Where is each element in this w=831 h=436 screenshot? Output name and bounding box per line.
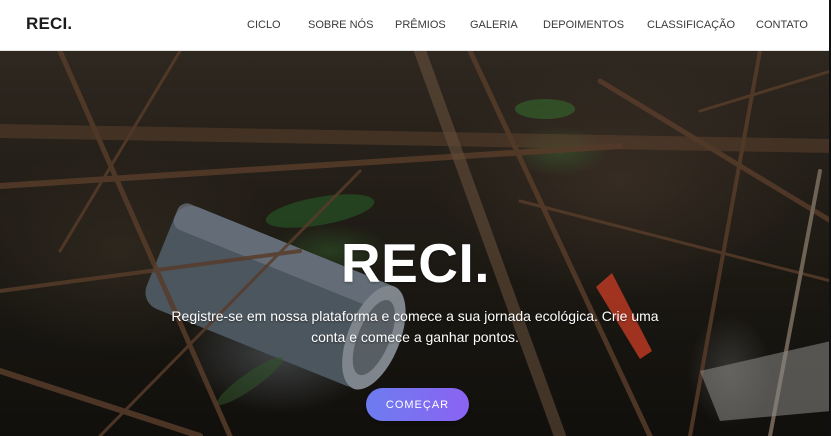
hero-description: Registre-se em nossa plataforma e comece… [171, 308, 659, 345]
main-nav: CICLO SOBRE NÓS PRÊMIOS GALERIA DEPOIMEN… [0, 19, 831, 33]
hero-title: RECI. [340, 232, 491, 294]
top-navbar: RECI. CICLO SOBRE NÓS PRÊMIOS GALERIA DE… [0, 0, 831, 51]
nav-link-depoimentos[interactable]: DEPOIMENTOS [543, 19, 624, 31]
hero-section: RECI. Registre-se em nossa plataforma e … [0, 51, 831, 436]
nav-link-sobre-nos[interactable]: SOBRE NÓS [308, 19, 373, 31]
nav-link-premios[interactable]: PRÊMIOS [395, 19, 446, 31]
nav-link-classificacao[interactable]: CLASSIFICAÇÃO [647, 19, 735, 31]
start-button[interactable]: COMEÇAR [366, 388, 469, 421]
nav-link-galeria[interactable]: GALERIA [470, 19, 518, 31]
nav-link-contato[interactable]: CONTATO [756, 19, 808, 31]
nav-link-ciclo[interactable]: CICLO [247, 19, 281, 31]
